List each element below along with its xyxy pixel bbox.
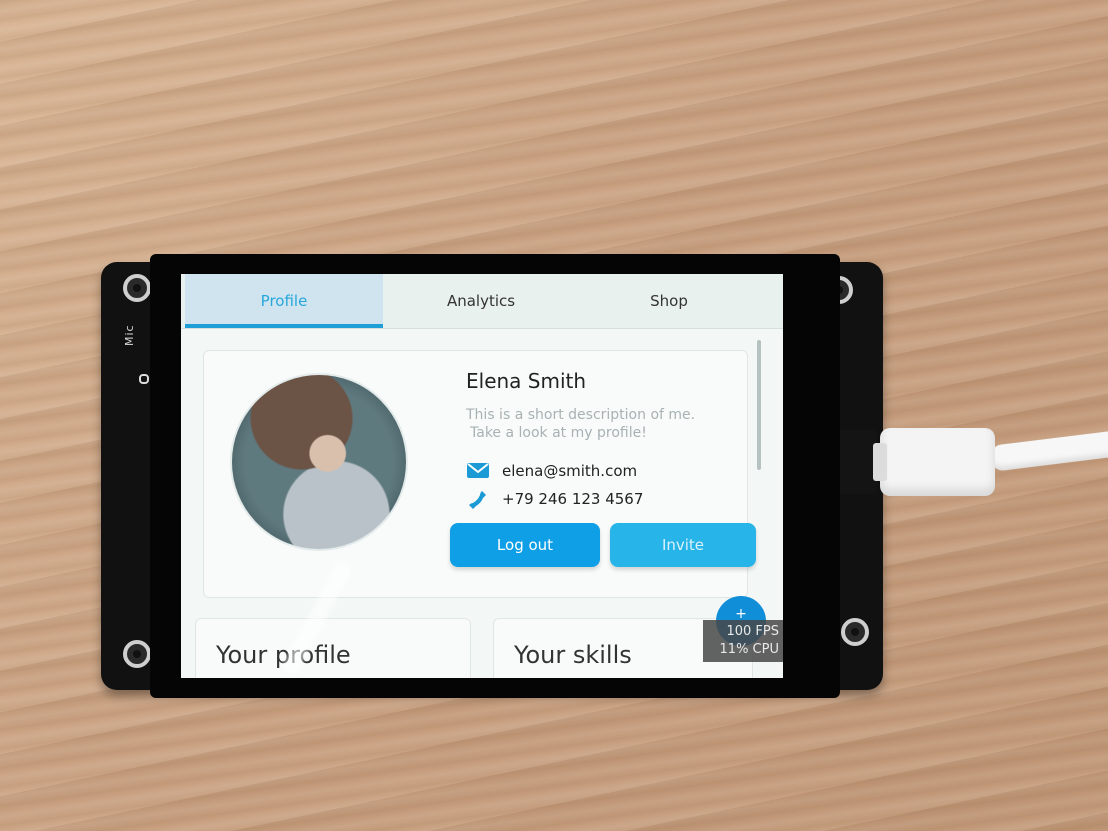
- fps-readout: 100 FPS: [726, 624, 779, 639]
- tab-shop[interactable]: Shop: [579, 274, 759, 328]
- invite-button[interactable]: Invite: [610, 523, 756, 567]
- display-screen: Profile Analytics Shop Elena Smith This …: [181, 274, 783, 678]
- mic-hole-2: [139, 374, 149, 384]
- usb-cable: [988, 429, 1108, 472]
- cpu-readout: 11% CPU: [719, 642, 779, 657]
- your-skills-title: Your skills: [514, 641, 632, 669]
- mount-hole-top-left: [123, 274, 151, 302]
- scrollbar[interactable]: [757, 340, 761, 470]
- logout-button[interactable]: Log out: [450, 523, 600, 567]
- avatar: [230, 373, 408, 551]
- phone-text: +79 246 123 4567: [502, 490, 644, 508]
- your-profile-card: Your profile: [195, 618, 471, 678]
- phone-icon: [466, 489, 490, 509]
- envelope-icon: [466, 461, 490, 481]
- mic-label: Mic: [123, 324, 136, 346]
- tab-analytics[interactable]: Analytics: [383, 274, 579, 328]
- profile-card: Elena Smith This is a short description …: [203, 350, 756, 598]
- tab-bar: Profile Analytics Shop: [181, 274, 783, 329]
- tab-profile[interactable]: Profile: [185, 274, 383, 328]
- email-text: elena@smith.com: [502, 462, 638, 480]
- profile-description: This is a short description of me. Take …: [466, 406, 766, 442]
- profile-name: Elena Smith: [466, 369, 587, 393]
- mount-hole-bottom-left: [123, 640, 151, 668]
- description-line-2: Take a look at my profile!: [470, 425, 647, 441]
- mount-hole-bottom-right: [841, 618, 869, 646]
- description-line-1: This is a short description of me.: [466, 407, 696, 423]
- usb-plug: [880, 428, 995, 496]
- usb-plug-tip: [873, 443, 887, 481]
- performance-monitor: 100 FPS 11% CPU: [703, 620, 783, 662]
